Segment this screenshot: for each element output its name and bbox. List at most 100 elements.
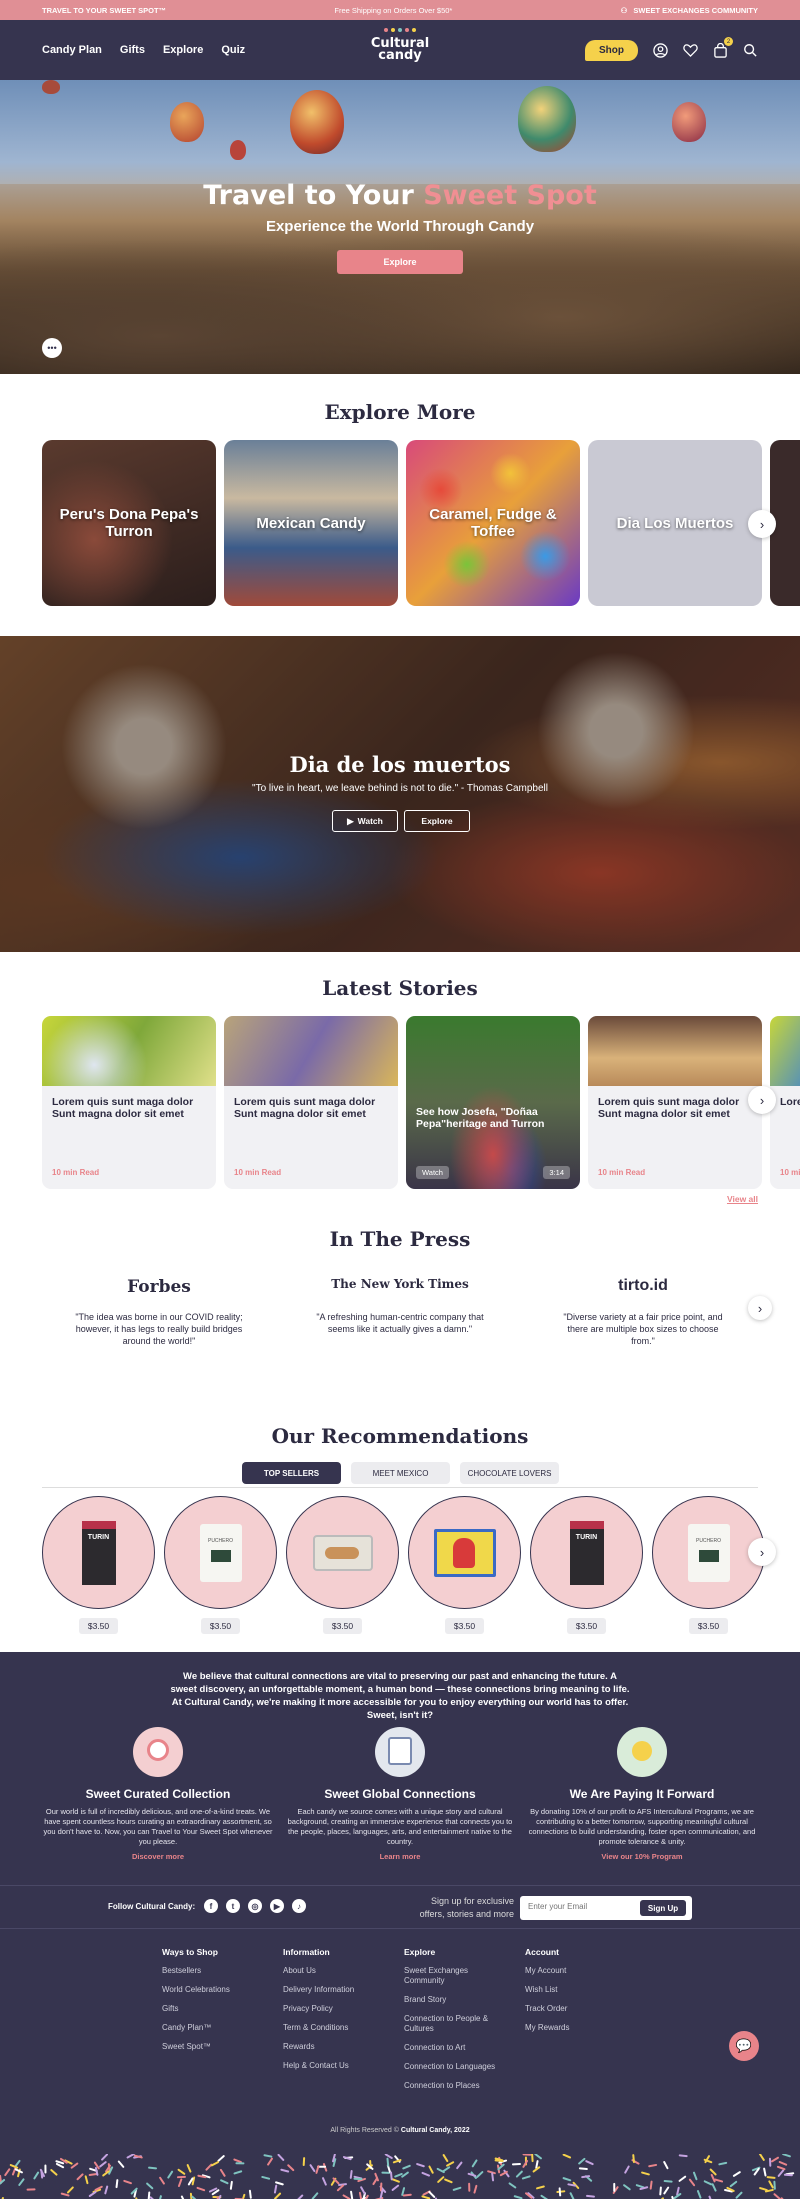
footer-link[interactable]: Delivery Information [283,1985,393,1995]
chat-support-icon[interactable]: 💬 [729,2031,759,2061]
balloon-image [170,102,204,142]
sprinkle [361,2187,364,2193]
play-icon: ▶ [347,816,354,827]
pack-label: TURIN [570,1521,604,1585]
footer-link[interactable]: World Celebrations [162,1985,272,1995]
sprinkle [760,2188,767,2190]
ten-percent-program-link[interactable]: View our 10% Program [527,1852,757,1861]
footer-link[interactable]: My Account [525,1966,635,1976]
newsletter-form: Sign Up [520,1896,692,1920]
site-logo[interactable]: Cultural candy [368,28,432,72]
tiktok-icon[interactable]: ♪ [292,1899,306,1913]
sprinkle [775,2194,780,2199]
sprinkle [772,2158,778,2162]
learn-more-link[interactable]: Learn more [285,1852,515,1861]
sprinkle [664,2188,668,2194]
mission-col-global: Sweet Global Connections Each candy we s… [285,1727,515,1861]
product-card[interactable]: $3.50 [286,1496,399,1634]
community-link[interactable]: ⚇SWEET EXCHANGES COMMUNITY [621,6,758,15]
nav-candy-plan[interactable]: Candy Plan [42,44,102,56]
facebook-icon[interactable]: f [204,1899,218,1913]
recs-next-arrow[interactable]: › [748,1538,776,1566]
footer-link[interactable]: Sweet Exchanges Community [404,1966,500,1986]
shop-button[interactable]: Shop [585,40,638,61]
sprinkle [338,2186,343,2191]
footer-link[interactable]: Privacy Policy [283,2004,393,2014]
sprinkle [580,2168,587,2169]
explore-card-dia[interactable]: Dia Los Muertos [588,440,762,606]
explore-card-mexican[interactable]: Mexican Candy [224,440,398,606]
balloon-image [290,90,344,154]
explore-card-caramel[interactable]: Caramel, Fudge & Toffee [406,440,580,606]
footer-link[interactable]: Connection to Art [404,2043,500,2053]
sprinkle [15,2161,19,2167]
card-label: Caramel, Fudge & Toffee [406,506,580,540]
nav-quiz[interactable]: Quiz [221,44,245,56]
footer-link[interactable]: Wish List [525,1985,635,1995]
youtube-icon[interactable]: ▶ [270,1899,284,1913]
cart-icon[interactable]: 2 [712,42,728,58]
sprinkle [5,2169,9,2175]
product-card[interactable]: PUCHERO$3.50 [652,1496,765,1634]
tab-chocolate-lovers[interactable]: CHOCOLATE LOVERS [460,1462,559,1484]
sprinkle [712,2175,715,2181]
announcement-left[interactable]: TRAVEL TO YOUR SWEET SPOT™ [42,6,166,15]
product-card[interactable]: TURIN$3.50 [530,1496,643,1634]
story-card[interactable]: Lorem quis sunt maga dolor Sunt magna do… [224,1016,398,1189]
press-next-arrow[interactable]: › [748,1296,772,1320]
footer-link[interactable]: Help & Contact Us [283,2061,393,2071]
footer-link[interactable]: Connection to Places [404,2081,500,2091]
sprinkle [381,2191,383,2198]
footer-link[interactable]: Track Order [525,2004,635,2014]
footer-link[interactable]: About Us [283,1966,393,1976]
product-card[interactable]: TURIN$3.50 [42,1496,155,1634]
hero-explore-button[interactable]: Explore [337,250,463,274]
balloon-image [42,80,60,94]
footer-link[interactable]: Rewards [283,2042,393,2052]
footer-link[interactable]: Connection to Languages [404,2062,500,2072]
footer-link[interactable]: Connection to People & Cultures [404,2014,500,2034]
tab-top-sellers[interactable]: TOP SELLERS [242,1462,341,1484]
sprinkle [680,2155,687,2156]
product-card[interactable]: PUCHERO$3.50 [164,1496,277,1634]
signup-button[interactable]: Sign Up [640,1900,686,1916]
search-icon[interactable] [742,42,758,58]
footer-link[interactable]: My Rewards [525,2023,635,2033]
story-card[interactable]: Lorem quis sunt maga dolor Sunt magna do… [588,1016,762,1189]
twitter-icon[interactable]: t [226,1899,240,1913]
footer-link[interactable]: Bestsellers [162,1966,272,1976]
footer-link[interactable]: Term & Conditions [283,2023,393,2033]
tab-meet-mexico[interactable]: MEET MEXICO [351,1462,450,1484]
footer-link[interactable]: Brand Story [404,1995,500,2005]
wishlist-heart-icon[interactable] [682,42,698,58]
story-watch-tag[interactable]: Watch [416,1166,449,1179]
story-card[interactable]: Lorem quis sunt maga dolor Sunt magna do… [42,1016,216,1189]
chat-bubble-icon[interactable]: ••• [42,338,62,358]
story-video-card[interactable]: See how Josefa, "Doñaa Pepa"heritage and… [406,1016,580,1189]
nav-gifts[interactable]: Gifts [120,44,145,56]
sprinkle [642,2173,649,2175]
sprinkle [34,2173,38,2179]
account-icon[interactable] [652,42,668,58]
footer-link[interactable]: Candy Plan™ [162,2023,272,2033]
sprinkle [391,2172,392,2179]
nav-explore[interactable]: Explore [163,44,203,56]
explore-next-arrow[interactable]: › [748,510,776,538]
product-price: $3.50 [201,1618,240,1634]
sprinkle [473,2160,477,2166]
discover-more-link[interactable]: Discover more [43,1852,273,1861]
mission-section: We believe that cultural connections are… [0,1652,800,1885]
dia-watch-button[interactable]: ▶Watch [332,810,398,832]
footer-link[interactable]: Gifts [162,2004,272,2014]
view-all-link[interactable]: View all [727,1194,758,1204]
footer-link[interactable]: Sweet Spot™ [162,2042,272,2052]
dia-explore-button[interactable]: Explore [404,810,470,832]
product-card[interactable]: $3.50 [408,1496,521,1634]
instagram-icon[interactable]: ◎ [248,1899,262,1913]
explore-card-peru[interactable]: Peru's Dona Pepa's Turron [42,440,216,606]
email-input[interactable] [528,1902,638,1911]
stories-next-arrow[interactable]: › [748,1086,776,1114]
dia-de-muertos-banner: Dia de los muertos "To live in heart, we… [0,636,800,952]
sprinkle [62,2194,69,2196]
stories-title: Latest Stories [0,976,800,1000]
